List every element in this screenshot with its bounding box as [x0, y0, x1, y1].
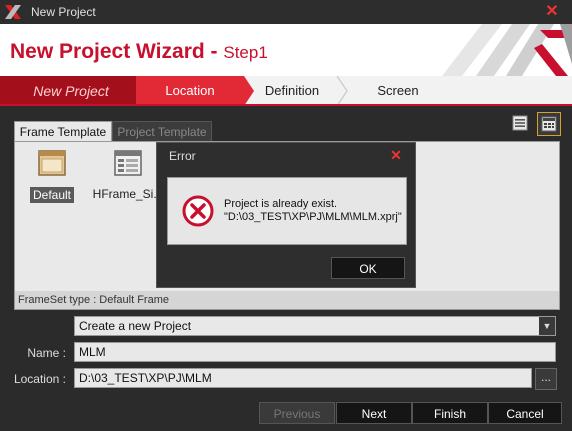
- browse-button[interactable]: ...: [535, 368, 557, 390]
- location-field[interactable]: D:\03_TEST\XP\PJ\MLM: [74, 368, 532, 388]
- project-mode-value: Create a new Project: [79, 319, 192, 333]
- cancel-button[interactable]: Cancel: [488, 402, 562, 424]
- wizard-title: New Project Wizard - Step1: [10, 40, 268, 63]
- error-path: "D:\03_TEST\XP\PJ\MLM\MLM.xprj": [224, 211, 402, 223]
- frame-template-icon: [38, 150, 66, 176]
- window-title: New Project: [31, 5, 96, 19]
- list-view-icon[interactable]: [512, 115, 528, 131]
- brand-decoration-icon: [442, 24, 572, 76]
- template-hframe[interactable]: HFrame_Si...: [90, 150, 166, 201]
- chevron-down-icon[interactable]: ▼: [539, 317, 555, 335]
- steps-bar: New Project Location Definition: [0, 76, 572, 106]
- template-label: HFrame_Si...: [92, 187, 164, 201]
- close-icon[interactable]: ✕: [541, 3, 563, 21]
- finish-button[interactable]: Finish: [412, 402, 488, 424]
- step-definition: Definition: [264, 83, 320, 98]
- dialog-title: Error: [169, 149, 196, 163]
- error-dialog: Error ✕ Project is already exist. "D:\03…: [156, 142, 416, 288]
- app-logo-icon: [5, 5, 21, 19]
- steps-underline: [0, 104, 572, 106]
- dialog-message-box: Project is already exist. "D:\03_TEST\XP…: [167, 177, 407, 245]
- template-label: Default: [29, 187, 75, 203]
- step-new-project: New Project: [0, 76, 142, 106]
- icon-view-icon[interactable]: [537, 112, 561, 136]
- tab-project-template[interactable]: Project Template: [112, 121, 212, 142]
- frameset-type-status: FrameSet type : Default Frame: [14, 291, 560, 310]
- error-icon: [182, 195, 214, 227]
- project-mode-select[interactable]: Create a new Project ▼: [74, 316, 556, 336]
- tab-frame-template[interactable]: Frame Template: [14, 121, 112, 142]
- hframe-template-icon: [114, 150, 142, 176]
- next-button[interactable]: Next: [336, 402, 412, 424]
- wizard-header: New Project Wizard - Step1: [0, 24, 572, 76]
- step-location: Location: [136, 76, 244, 106]
- error-message: Project is already exist.: [224, 198, 338, 210]
- location-label: Location :: [13, 372, 66, 386]
- template-default[interactable]: Default: [20, 150, 84, 203]
- name-field[interactable]: MLM: [74, 342, 556, 362]
- wizard-step: Step1: [223, 43, 268, 62]
- name-label: Name :: [27, 346, 66, 360]
- previous-button[interactable]: Previous: [259, 402, 335, 424]
- ok-button[interactable]: OK: [331, 257, 405, 279]
- step-screen: Screen: [377, 83, 419, 98]
- close-icon[interactable]: ✕: [386, 147, 406, 163]
